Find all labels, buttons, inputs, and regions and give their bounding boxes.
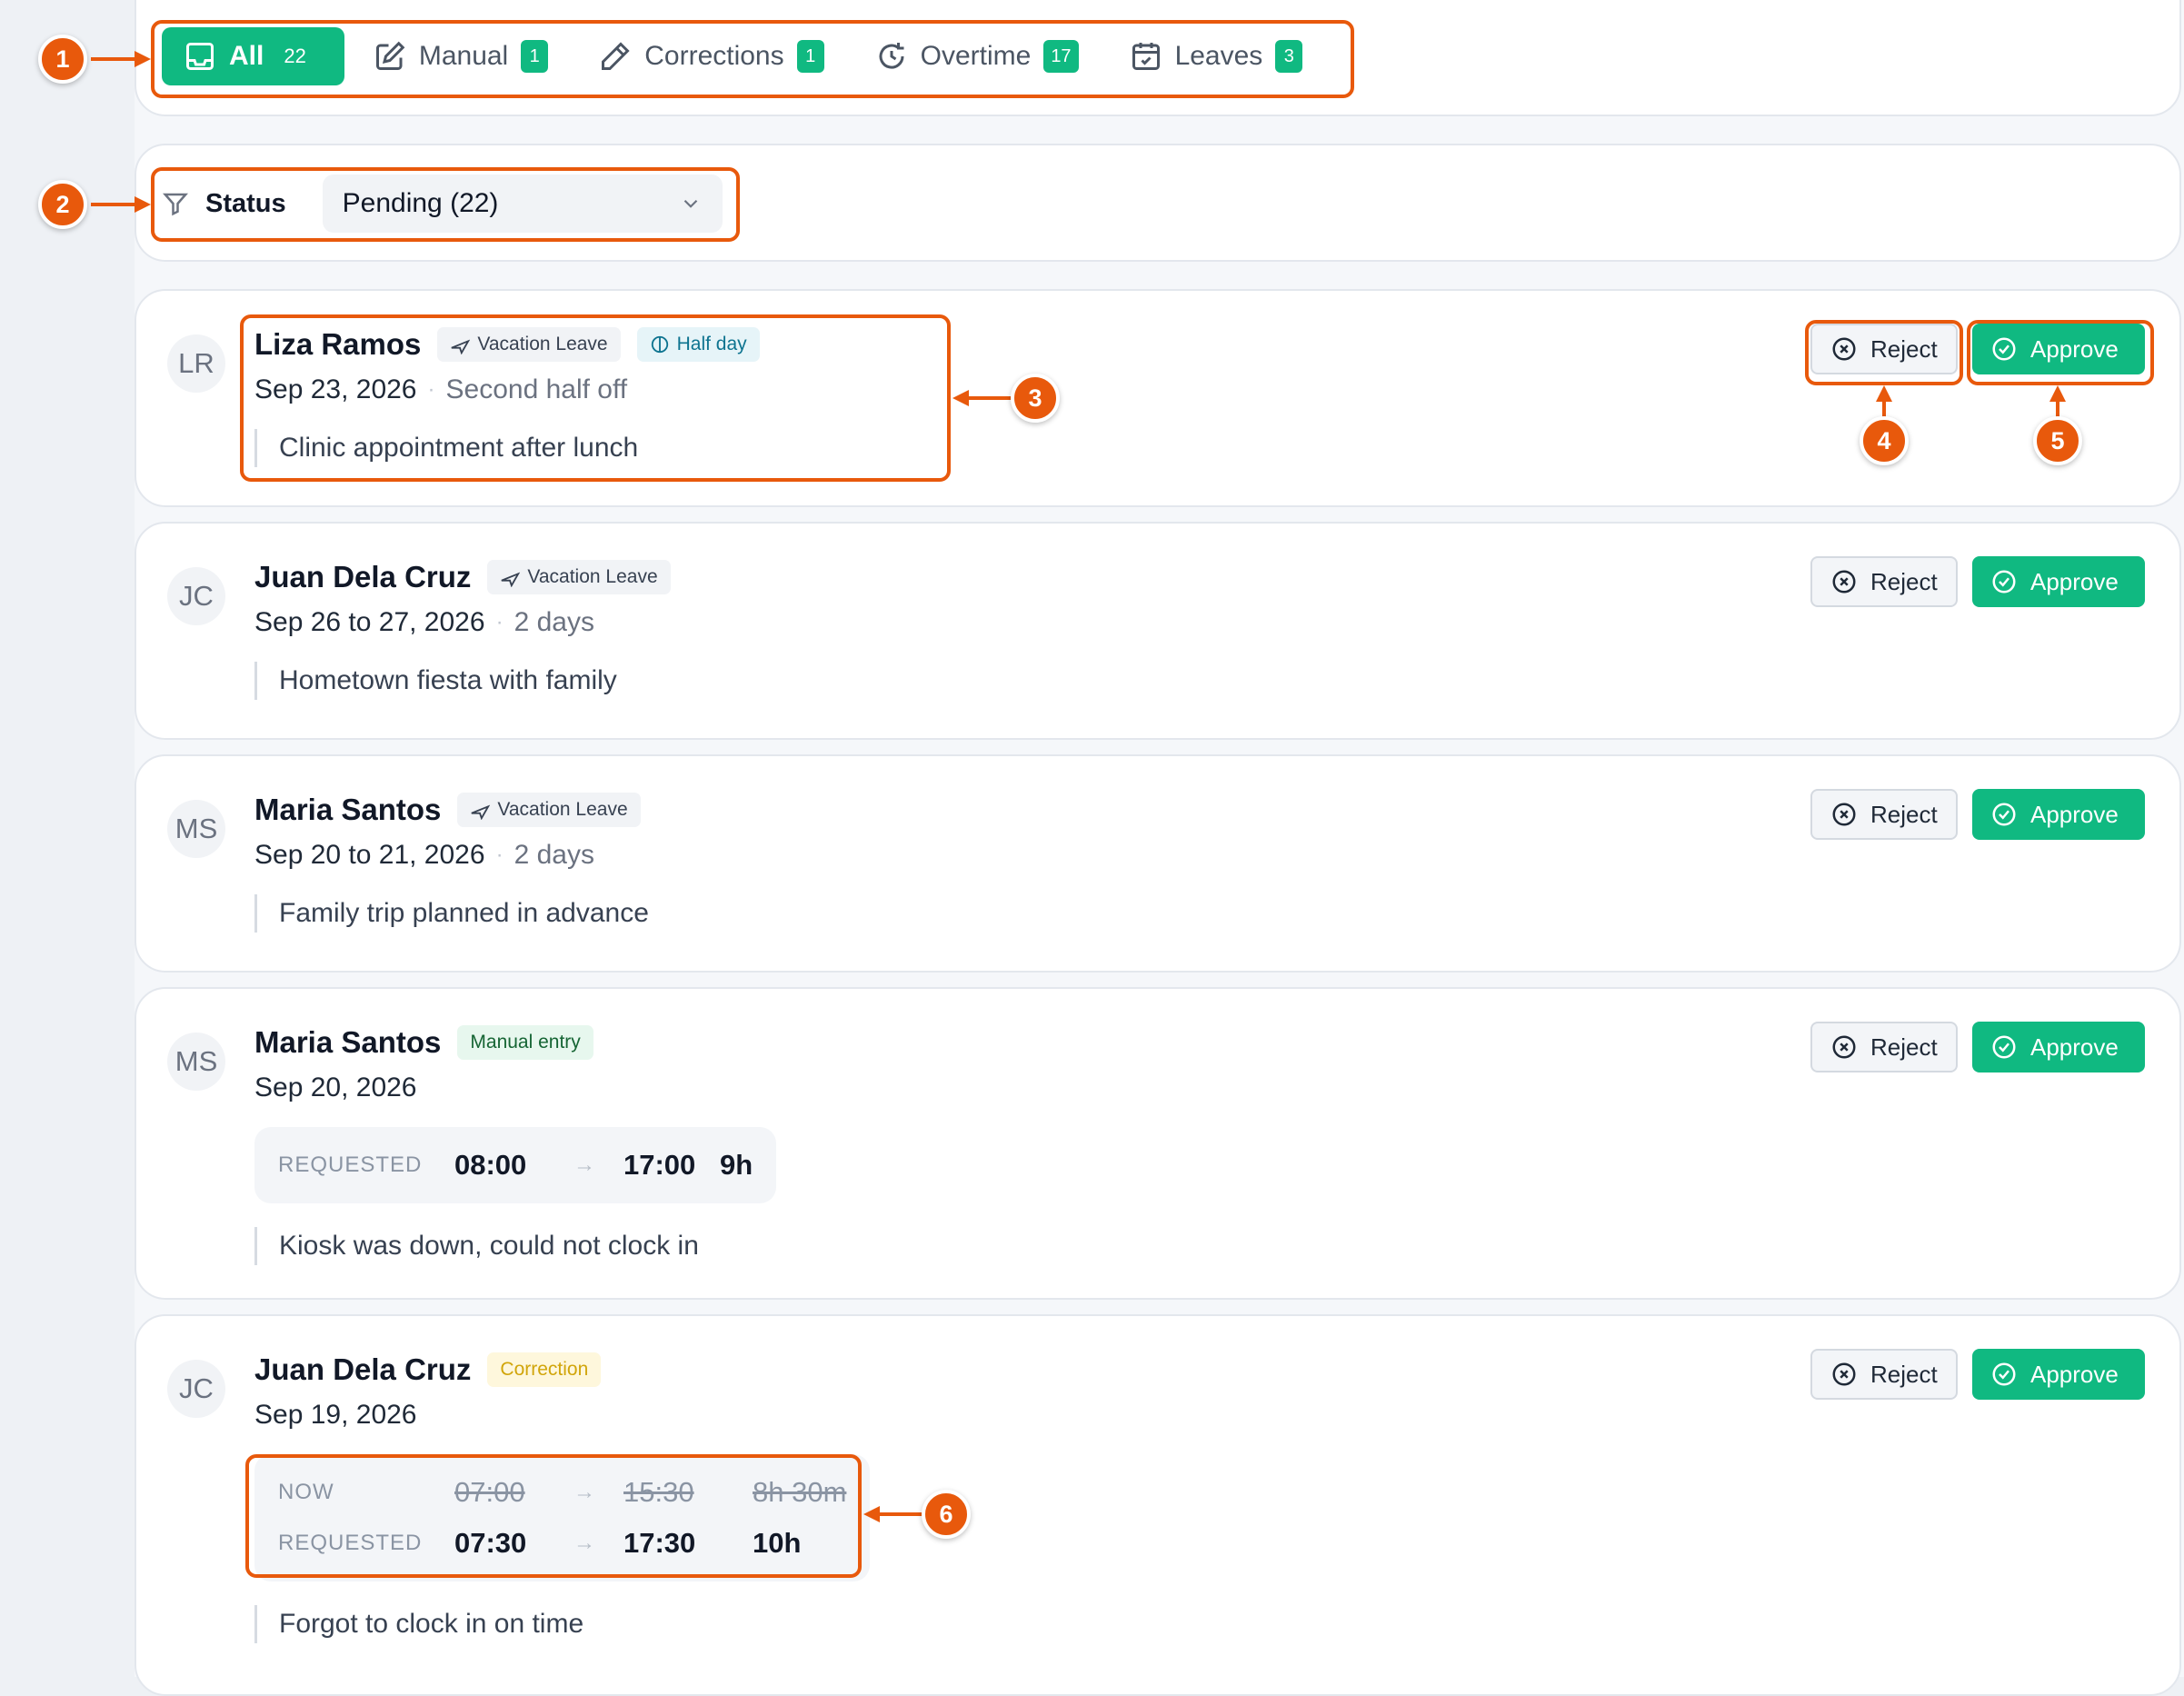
- annotation-badge: 6: [922, 1490, 971, 1539]
- annotation-badge: 3: [1011, 374, 1060, 423]
- annotation-badge: 1: [38, 35, 87, 84]
- annotation-badge: 4: [1860, 416, 1909, 465]
- annotation-badge: 2: [38, 180, 87, 229]
- annotation-badge: 5: [2033, 416, 2082, 465]
- annotation-arrows: [91, 51, 2066, 1522]
